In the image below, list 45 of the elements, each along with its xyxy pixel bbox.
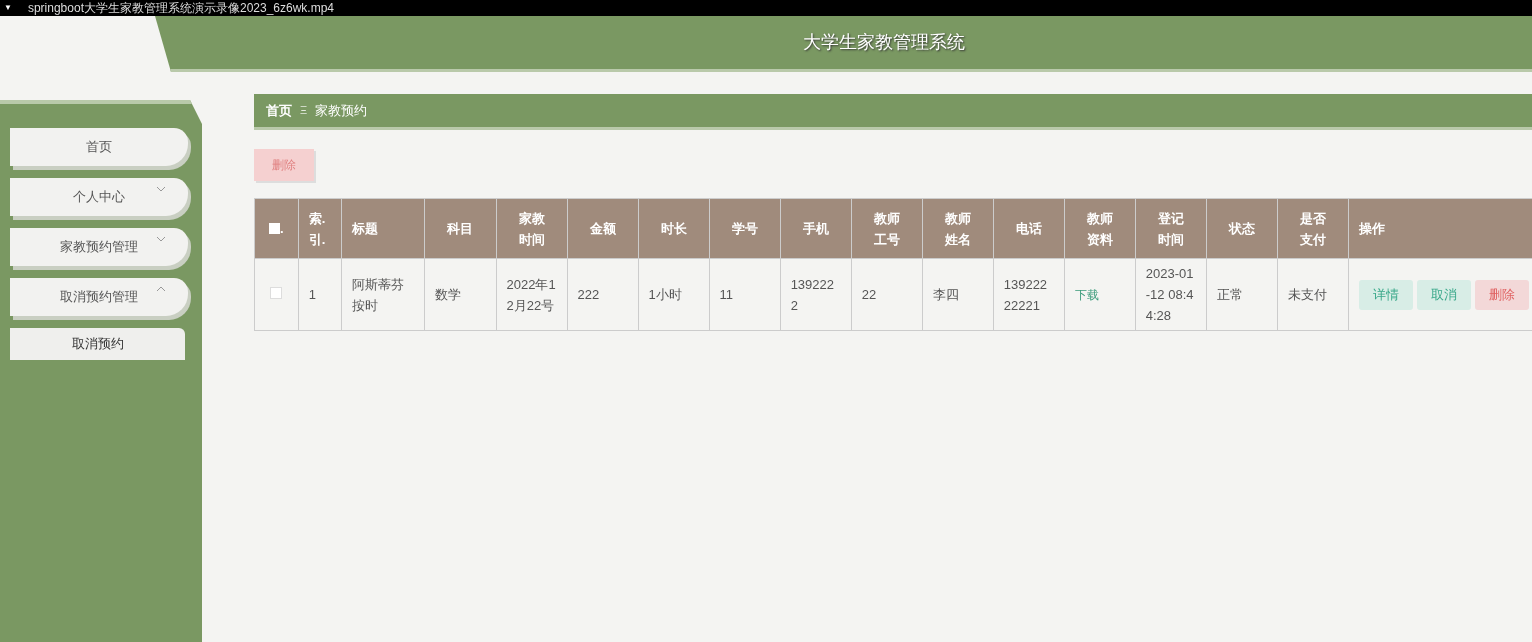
app-title: 大学生家教管理系统: [802, 31, 965, 54]
table-cell-text: 未支付: [1287, 286, 1328, 304]
column-header: 标题: [352, 220, 380, 238]
row-checkbox[interactable]: [270, 286, 283, 299]
menu-triangle-icon[interactable]: ▼: [4, 4, 12, 12]
table-cell-text: 13922222221: [1003, 275, 1049, 315]
column-header: 教师工号: [873, 209, 901, 249]
column-header: 登记时间: [1157, 209, 1185, 249]
table-cell-text: 2022年12月22号: [506, 275, 557, 315]
table-cell-text: 22: [861, 286, 878, 304]
column-header: 学号: [730, 220, 759, 238]
delete-button[interactable]: 删除: [254, 149, 314, 181]
column-header: 操作: [1358, 220, 1386, 238]
column-header: 状态: [1228, 220, 1256, 238]
column-header: 索.引.: [308, 209, 327, 249]
breadcrumb-link[interactable]: 首页: [266, 100, 292, 121]
table-cell-text: 阿斯蒂芬按时: [352, 275, 406, 315]
column-header: 金额: [588, 220, 617, 238]
table-cell-text: 1: [308, 286, 317, 304]
table-cell-text: 正常: [1216, 286, 1244, 304]
sidebar-subitem[interactable]: 取消预约: [10, 328, 185, 360]
table-cell-text: 222: [577, 286, 601, 304]
table-cell-text: 数学: [435, 286, 463, 304]
column-header: 时长: [659, 220, 688, 238]
download-link[interactable]: 下载: [1074, 287, 1099, 302]
select-all-checkbox[interactable]: [269, 223, 280, 234]
video-title: springboot大学生家教管理系统演示录像2023_6z6wk.mp4: [27, 2, 335, 14]
column-header: 电话: [1015, 220, 1043, 238]
table-cell-text: 李四: [932, 286, 960, 304]
delete-button[interactable]: 删除: [1474, 279, 1529, 310]
cancel-button[interactable]: 取消: [1416, 279, 1471, 310]
column-header: 科目: [446, 220, 475, 238]
column-header: 手机: [802, 220, 830, 238]
table-cell-text: 11: [719, 286, 735, 304]
breadcrumb-separator: Ξ: [300, 103, 308, 119]
column-header: 家教时间: [517, 209, 546, 249]
column-header: 教师资料: [1086, 209, 1114, 249]
table-cell-text: 2023-01-12 08:44:28: [1145, 265, 1195, 325]
header-text: .: [280, 219, 284, 238]
breadcrumb-link[interactable]: 家教预约: [315, 100, 368, 121]
column-header: 教师姓名: [944, 209, 972, 249]
detail-button[interactable]: 详情: [1358, 279, 1413, 310]
table-cell-text: 1392222: [790, 275, 835, 315]
column-header: 是否支付: [1299, 209, 1327, 249]
table-cell-text: 1小时: [648, 286, 683, 304]
